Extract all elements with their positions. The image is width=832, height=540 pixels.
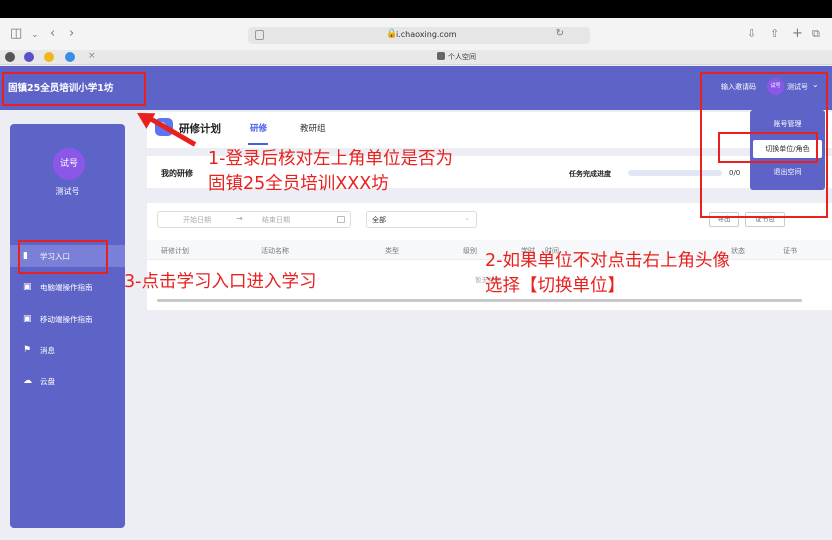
column-header: 证书: [783, 247, 797, 255]
sidebar-item-mobile-guide[interactable]: ▣ 移动端操作指南: [10, 308, 125, 330]
annotation-box-unit: [2, 72, 146, 106]
tab-study[interactable]: 研修: [250, 122, 267, 134]
tab-group[interactable]: 教研组: [300, 122, 326, 134]
column-header[interactable]: 类型: [385, 246, 399, 256]
sidebar-item-label: 移动端操作指南: [40, 315, 93, 324]
sidebar-avatar[interactable]: 试号: [53, 148, 85, 180]
start-date-input[interactable]: 开始日期: [183, 215, 211, 225]
sidebar-item-cloud[interactable]: ☁ 云盘: [10, 370, 125, 392]
column-header[interactable]: 状态: [731, 246, 745, 256]
address-bar[interactable]: 🔒 i.chaoxing.com ↻: [248, 27, 590, 44]
download-icon[interactable]: ⇩: [747, 27, 756, 40]
annotation-box-study-entry: [18, 240, 108, 274]
active-tab[interactable]: 个人空间: [437, 52, 476, 62]
forward-icon[interactable]: ›: [69, 27, 74, 40]
sidebar-item-label: 电脑端操作指南: [40, 283, 93, 292]
cloud-icon: ☁: [23, 376, 32, 386]
annotation-box-switch: [718, 132, 818, 163]
type-select[interactable]: 全部 ⌄: [366, 211, 477, 228]
column-header: 研修计划: [161, 247, 189, 255]
close-icon[interactable]: ×: [88, 51, 96, 61]
column-header: 活动名称: [261, 247, 289, 255]
tab-title-text: 个人空间: [448, 53, 476, 61]
sidebar-toggle-icon[interactable]: ◫: [10, 27, 22, 40]
page-icon: [255, 30, 264, 40]
page-title: 研修计划: [179, 123, 221, 135]
briefcase-icon: ▣: [23, 282, 32, 292]
system-top-bar: [0, 0, 832, 18]
annotation-text: 选择【切换单位】: [485, 276, 625, 296]
url-text: i.chaoxing.com: [396, 30, 457, 39]
favicon-icon[interactable]: [65, 52, 75, 62]
sidebar-item-messages[interactable]: ⚑ 消息: [10, 339, 125, 361]
annotation-note-3: 3-点击学习入口进入学习: [124, 272, 317, 292]
sidebar-item-label: 云盘: [40, 377, 55, 386]
tab-page-icon: [437, 52, 445, 60]
end-date-input[interactable]: 结束日期: [262, 215, 290, 225]
sidebar-user-name: 测试号: [55, 187, 80, 196]
favicon-icon[interactable]: [5, 52, 15, 62]
select-value: 全部: [372, 216, 386, 224]
chevron-down-icon[interactable]: ⌄: [31, 29, 39, 42]
sidebar-item-label: 消息: [40, 346, 55, 355]
horizontal-scrollbar[interactable]: [157, 299, 802, 302]
bell-icon: ⚑: [23, 345, 32, 355]
annotation-text: 1-登录后核对左上角单位是否为: [208, 149, 453, 169]
sidebar-item-pc-guide[interactable]: ▣ 电脑端操作指南: [10, 276, 125, 298]
annotation-text: 固镇25全员培训XXX坊: [208, 174, 389, 194]
new-tab-icon[interactable]: +: [792, 27, 803, 40]
annotation-note-2: 2-如果单位不对点击右上角头像 选择【切换单位】: [485, 249, 730, 299]
active-tab-underline: [248, 143, 268, 145]
chevron-down-icon: ⌄: [464, 214, 470, 222]
column-header[interactable]: 级别: [463, 246, 477, 256]
tab-strip: × 个人空间: [0, 50, 832, 65]
back-icon[interactable]: ‹: [50, 27, 55, 40]
range-arrow: →: [236, 214, 243, 223]
share-icon[interactable]: ⇧: [770, 27, 779, 40]
calendar-icon: [337, 216, 345, 223]
briefcase-icon: ▣: [23, 314, 32, 324]
task-progress-label: 任务完成进度: [569, 170, 611, 178]
date-range-picker[interactable]: 开始日期 → 结束日期: [157, 211, 351, 228]
annotation-text: 2-如果单位不对点击右上角头像: [485, 251, 730, 271]
tab-overview-icon[interactable]: ⧉: [812, 27, 820, 40]
star-icon[interactable]: [44, 52, 54, 62]
annotation-note-1: 1-登录后核对左上角单位是否为 固镇25全员培训XXX坊: [208, 147, 453, 197]
favicon-icon[interactable]: [24, 52, 34, 62]
study-title: 我的研修: [161, 169, 193, 178]
reload-icon[interactable]: ↻: [556, 28, 564, 39]
sidebar: 试号 测试号 ▮ 学习入口 ▣ 电脑端操作指南 ▣ 移动端操作指南 ⚑ 消息 ☁…: [10, 124, 125, 528]
